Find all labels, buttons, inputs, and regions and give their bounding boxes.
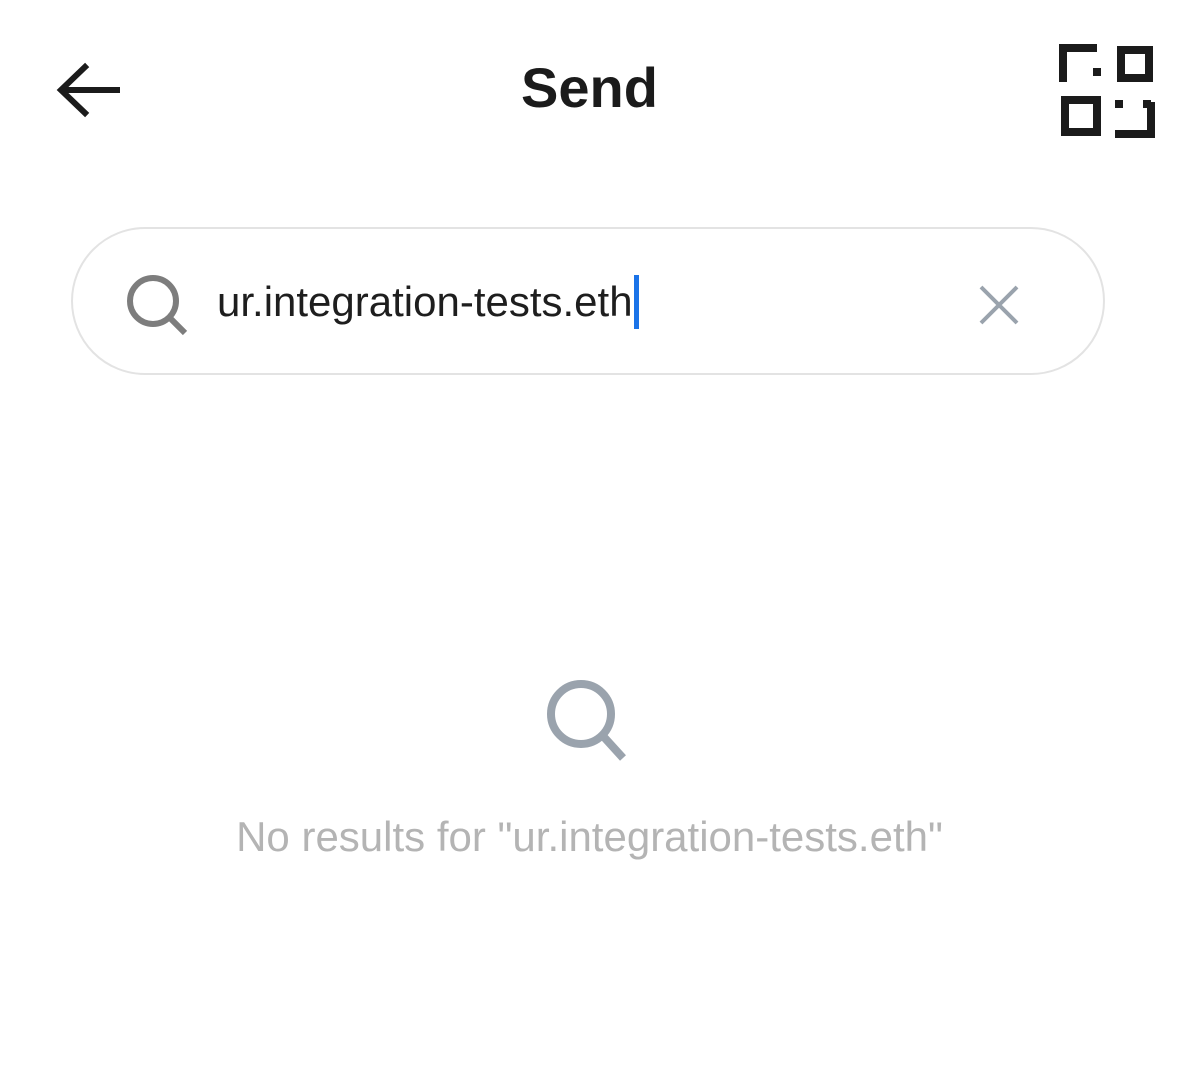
search-icon [127,275,188,336]
clear-search-button[interactable] [963,269,1035,341]
qr-scan-icon [1059,44,1155,138]
header: Send [0,0,1179,180]
search-bar[interactable]: ur.integration-tests.eth [71,227,1105,375]
search-input[interactable]: ur.integration-tests.eth [217,275,639,329]
search-icon [546,680,626,761]
close-icon [979,285,1019,325]
send-screen: Send ur.integration-tests.eth No results… [0,0,1179,1083]
page-title: Send [521,56,658,119]
empty-state: No results for "ur.integration-tests.eth… [0,680,1179,864]
scan-qr-button[interactable] [1050,34,1164,148]
search-input-value: ur.integration-tests.eth [217,278,633,325]
no-results-message: No results for "ur.integration-tests.eth… [236,813,943,860]
text-caret [633,275,639,329]
